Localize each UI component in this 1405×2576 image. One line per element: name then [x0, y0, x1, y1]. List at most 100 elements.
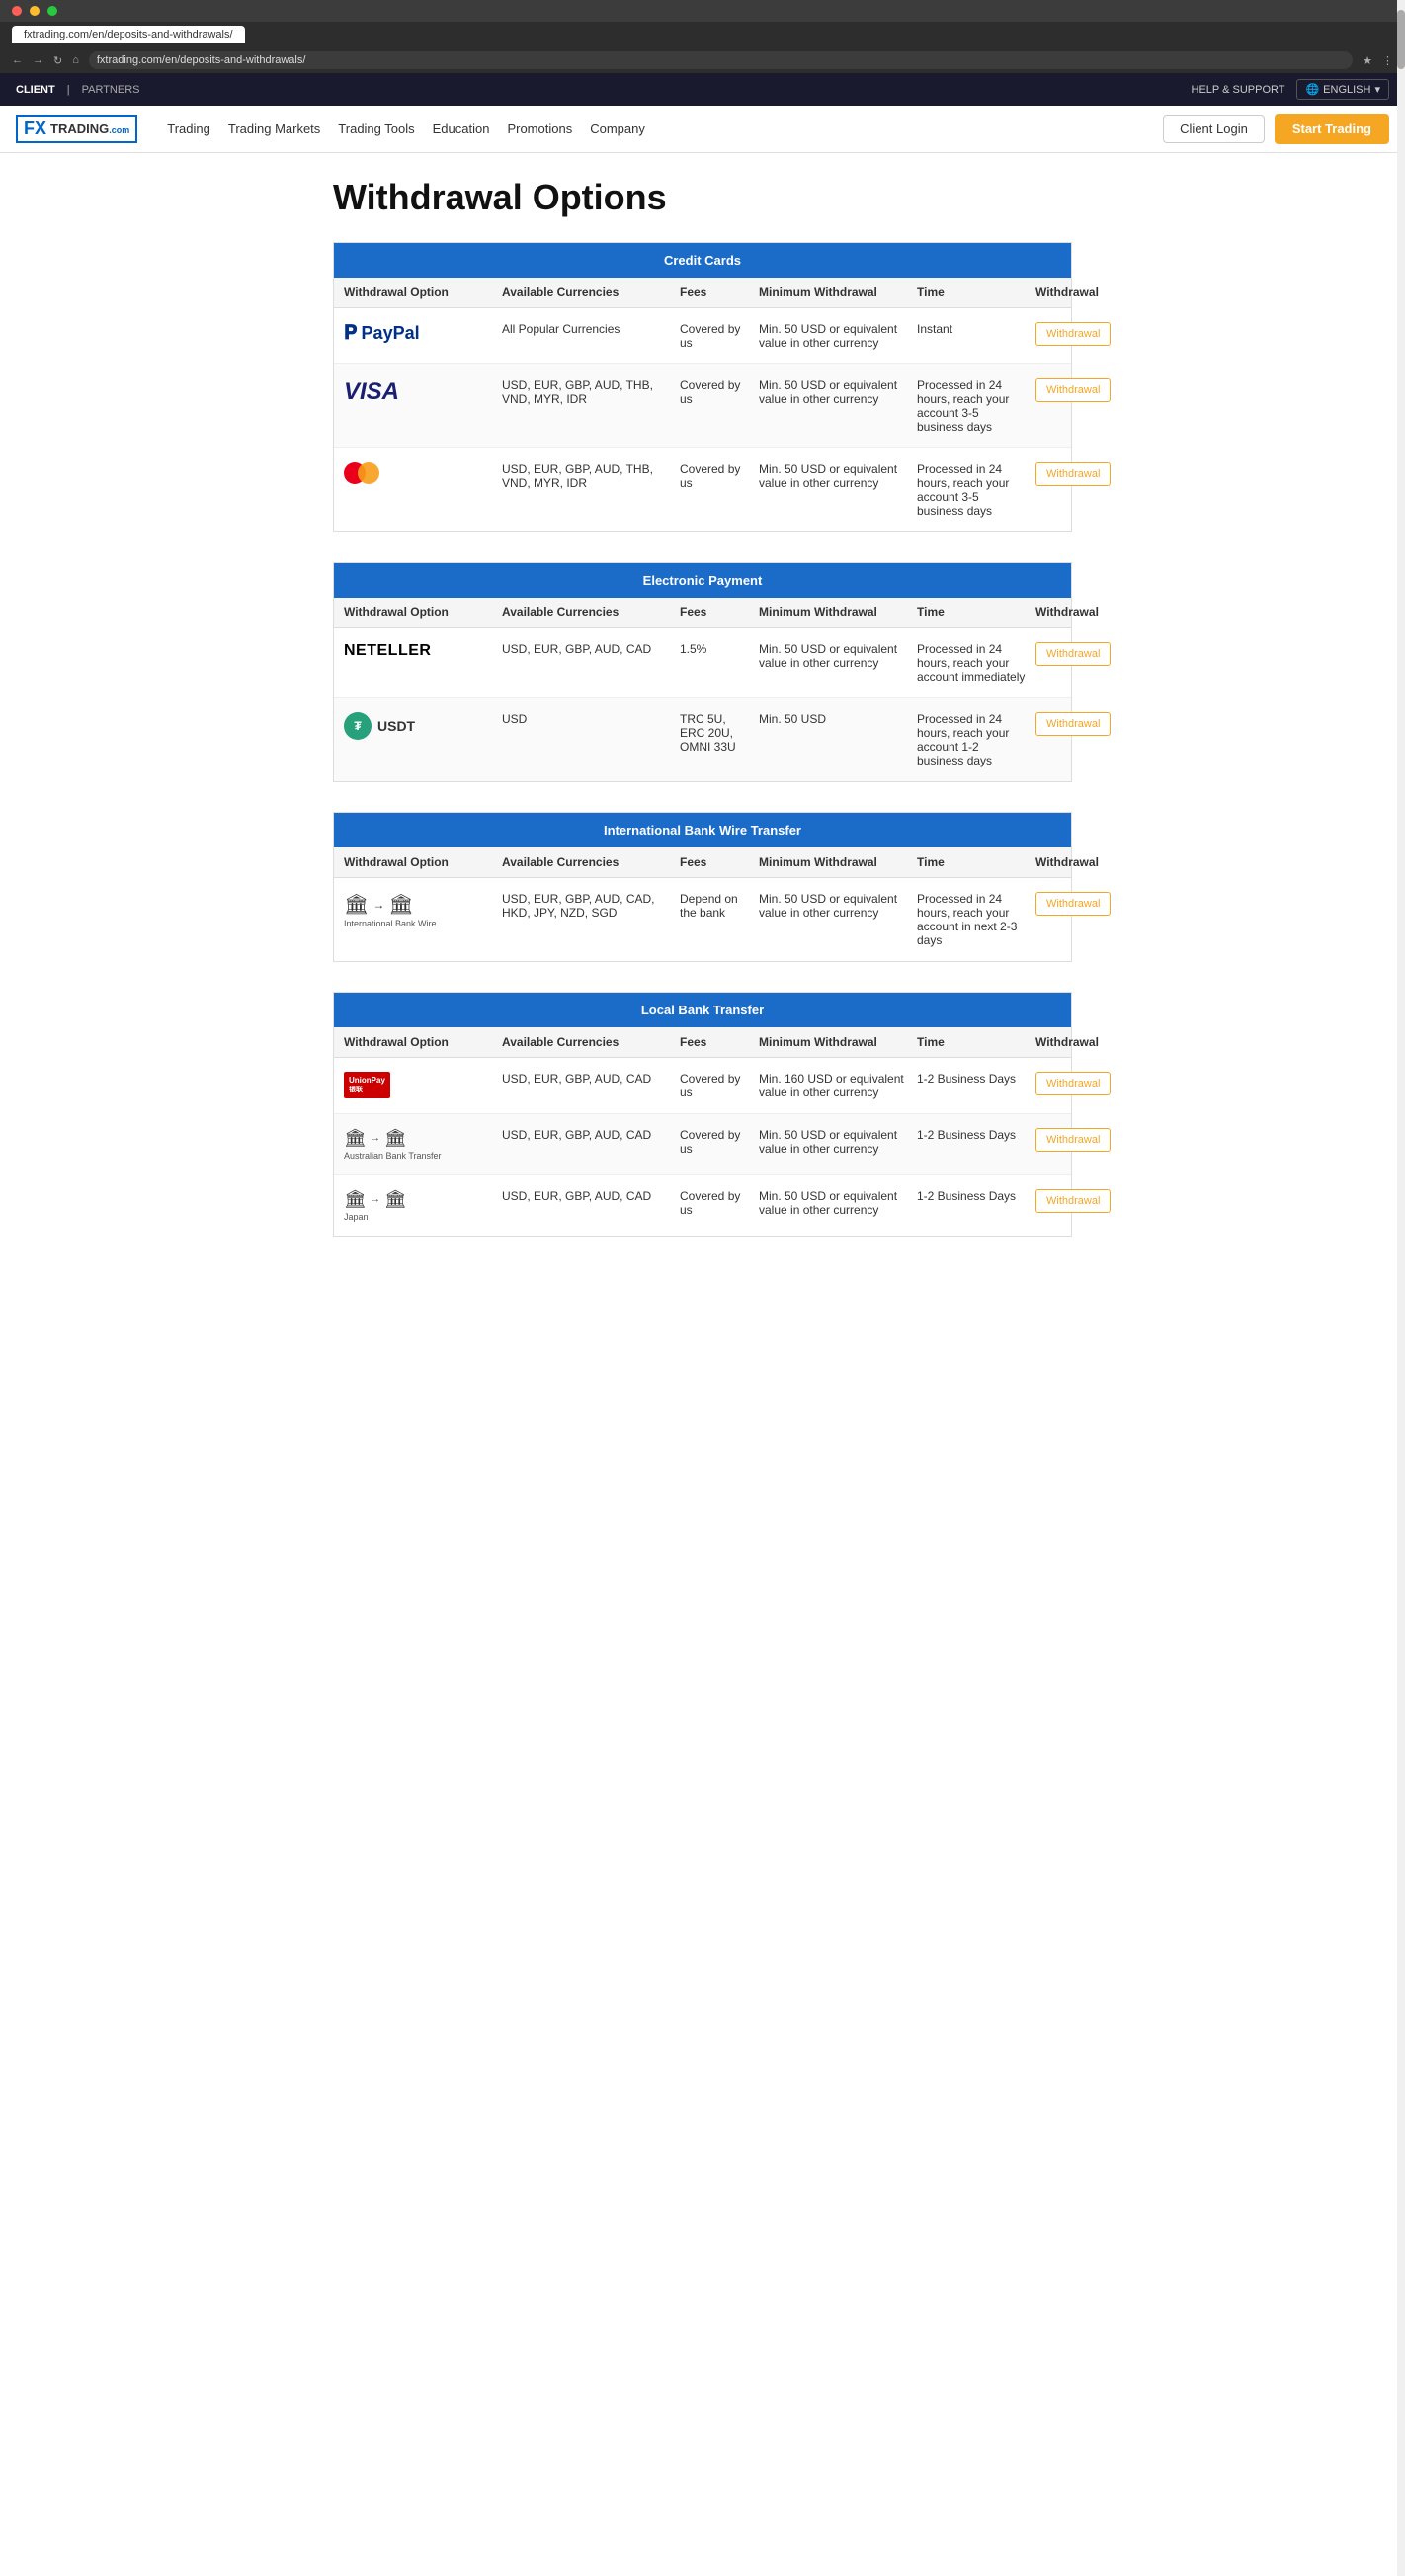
page-title: Withdrawal Options: [333, 177, 1072, 218]
col-time: Time: [917, 1035, 1035, 1049]
nav-trading-tools[interactable]: Trading Tools: [338, 121, 414, 136]
mc-orange-circle: [358, 462, 379, 484]
neteller-logo: NETELLER: [344, 642, 431, 660]
col-min: Minimum Withdrawal: [759, 1035, 917, 1049]
usdt-withdrawal-button[interactable]: Withdrawal: [1035, 712, 1111, 736]
nav-company[interactable]: Company: [590, 121, 645, 136]
close-btn[interactable]: [12, 6, 22, 16]
nav-education[interactable]: Education: [433, 121, 490, 136]
japan-bank-currencies: USD, EUR, GBP, AUD, CAD: [502, 1189, 680, 1203]
usdt-circle-icon: ₮: [344, 712, 372, 740]
table-row: 🏛 → 🏛 Australian Bank Transfer USD, EUR,…: [334, 1114, 1071, 1175]
japan-bank-time: 1-2 Business Days: [917, 1189, 1035, 1203]
reload-btn[interactable]: ↻: [53, 54, 62, 67]
usdt-currencies: USD: [502, 712, 680, 726]
page-content: Withdrawal Options Credit Cards Withdraw…: [317, 153, 1088, 1290]
url-input[interactable]: fxtrading.com/en/deposits-and-withdrawal…: [89, 51, 1353, 69]
aus-bank-fees: Covered by us: [680, 1128, 759, 1156]
paypal-label: PayPal: [362, 323, 420, 344]
logo-fx: FX: [24, 119, 46, 139]
unionpay-logo: UnionPay 银联: [344, 1072, 390, 1098]
aus-bank-withdrawal-cell: Withdrawal: [1035, 1128, 1134, 1152]
nav-bar: FX TRADING.com Trading Trading Markets T…: [0, 106, 1405, 153]
nav-right: Client Login Start Trading: [1163, 114, 1389, 144]
section-header-credit-cards: Credit Cards: [334, 243, 1071, 278]
col-fees: Fees: [680, 1035, 759, 1049]
unionpay-withdrawal-button[interactable]: Withdrawal: [1035, 1072, 1111, 1095]
start-trading-button[interactable]: Start Trading: [1275, 114, 1389, 144]
intl-bank-icon: 🏛 → 🏛: [344, 892, 414, 917]
url-bar: ← → ↻ ⌂ fxtrading.com/en/deposits-and-wi…: [0, 47, 1405, 73]
paypal-icon: 𝐏: [344, 322, 358, 345]
paypal-withdrawal-button[interactable]: Withdrawal: [1035, 322, 1111, 346]
col-withdrawal: Withdrawal: [1035, 855, 1134, 869]
nav-promotions[interactable]: Promotions: [507, 121, 572, 136]
table-header-electronic: Withdrawal Option Available Currencies F…: [334, 598, 1071, 628]
arrow-right-icon: →: [372, 898, 384, 912]
usdt-withdrawal-cell: Withdrawal: [1035, 712, 1134, 736]
col-withdrawal: Withdrawal: [1035, 285, 1134, 299]
bank-aus-icon: 🏛: [344, 1128, 367, 1149]
star-icon[interactable]: ★: [1363, 54, 1372, 67]
japan-bank-label: Japan: [344, 1212, 369, 1222]
usdt-minimum: Min. 50 USD: [759, 712, 917, 726]
partners-link[interactable]: PARTNERS: [82, 84, 140, 96]
neteller-withdrawal-button[interactable]: Withdrawal: [1035, 642, 1111, 666]
home-btn[interactable]: ⌂: [72, 54, 79, 66]
neteller-logo-cell: NETELLER: [344, 642, 502, 660]
forward-btn[interactable]: →: [33, 54, 43, 66]
browser-chrome: [0, 0, 1405, 22]
aus-bank-logo-cell: 🏛 → 🏛 Australian Bank Transfer: [344, 1128, 502, 1161]
col-currencies: Available Currencies: [502, 605, 680, 619]
minimize-btn[interactable]: [30, 6, 40, 16]
table-row: VISA USD, EUR, GBP, AUD, THB, VND, MYR, …: [334, 364, 1071, 448]
visa-withdrawal-cell: Withdrawal: [1035, 378, 1134, 402]
usdt-logo-cell: ₮ USDT: [344, 712, 502, 740]
japan-bank-withdrawal-cell: Withdrawal: [1035, 1189, 1134, 1213]
japan-bank-withdrawal-button[interactable]: Withdrawal: [1035, 1189, 1111, 1213]
usdt-time: Processed in 24 hours, reach your accoun…: [917, 712, 1035, 767]
col-fees: Fees: [680, 855, 759, 869]
nav-links: Trading Trading Markets Trading Tools Ed…: [167, 121, 1143, 136]
mastercard-logo: [344, 462, 379, 484]
arrow-right-icon3: →: [371, 1194, 380, 1205]
back-btn[interactable]: ←: [12, 54, 23, 66]
maximize-btn[interactable]: [47, 6, 57, 16]
paypal-logo: 𝐏 PayPal: [344, 322, 420, 345]
table-row: ₮ USDT USD TRC 5U, ERC 20U, OMNI 33U Min…: [334, 698, 1071, 781]
table-row: NETELLER USD, EUR, GBP, AUD, CAD 1.5% Mi…: [334, 628, 1071, 698]
section-header-local-bank: Local Bank Transfer: [334, 993, 1071, 1027]
japan-bank-logo-cell: 🏛 → 🏛 Japan: [344, 1189, 502, 1222]
paypal-time: Instant: [917, 322, 1035, 336]
logo[interactable]: FX TRADING.com: [16, 115, 137, 143]
nav-trading[interactable]: Trading: [167, 121, 210, 136]
client-login-button[interactable]: Client Login: [1163, 115, 1265, 143]
nav-trading-markets[interactable]: Trading Markets: [228, 121, 320, 136]
scrollbar-thumb[interactable]: [1397, 10, 1405, 69]
section-credit-cards: Credit Cards Withdrawal Option Available…: [333, 242, 1072, 532]
menu-icon[interactable]: ⋮: [1382, 54, 1393, 67]
col-withdrawal: Withdrawal: [1035, 1035, 1134, 1049]
visa-withdrawal-button[interactable]: Withdrawal: [1035, 378, 1111, 402]
active-tab[interactable]: fxtrading.com/en/deposits-and-withdrawal…: [12, 26, 245, 43]
table-header-local-bank: Withdrawal Option Available Currencies F…: [334, 1027, 1071, 1058]
language-selector[interactable]: 🌐 ENGLISH ▾: [1296, 79, 1389, 100]
arrow-right-icon2: →: [371, 1133, 380, 1144]
unionpay-logo-cell: UnionPay 银联: [344, 1072, 502, 1098]
intl-bank-withdrawal-button[interactable]: Withdrawal: [1035, 892, 1111, 916]
unionpay-fees: Covered by us: [680, 1072, 759, 1099]
section-intl-bank: International Bank Wire Transfer Withdra…: [333, 812, 1072, 962]
help-link[interactable]: HELP & SUPPORT: [1192, 84, 1285, 96]
unionpay-currencies: USD, EUR, GBP, AUD, CAD: [502, 1072, 680, 1086]
client-link[interactable]: CLIENT: [16, 84, 55, 96]
table-row: 🏛 → 🏛 International Bank Wire USD, EUR, …: [334, 878, 1071, 961]
mc-withdrawal-button[interactable]: Withdrawal: [1035, 462, 1111, 486]
col-option: Withdrawal Option: [344, 1035, 502, 1049]
col-min: Minimum Withdrawal: [759, 605, 917, 619]
aus-bank-time: 1-2 Business Days: [917, 1128, 1035, 1142]
visa-fees: Covered by us: [680, 378, 759, 406]
aus-bank-minimum: Min. 50 USD or equivalent value in other…: [759, 1128, 917, 1156]
intl-bank-fees: Depend on the bank: [680, 892, 759, 920]
col-time: Time: [917, 605, 1035, 619]
aus-bank-withdrawal-button[interactable]: Withdrawal: [1035, 1128, 1111, 1152]
